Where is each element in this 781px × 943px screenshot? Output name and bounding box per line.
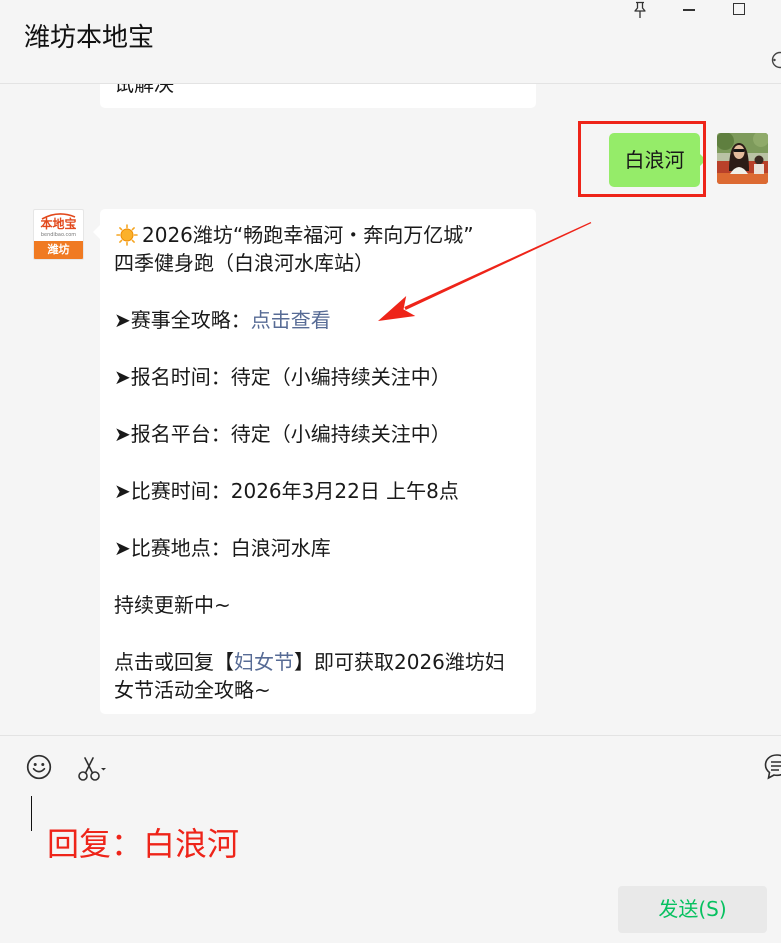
reply-hint-annotation: 回复：白浪河: [47, 825, 240, 863]
emoji-icon: [26, 754, 52, 780]
sender-avatar[interactable]: 本地宝 bendibao.com 潍坊: [33, 209, 84, 260]
signup-platform-line: ➤报名平台：待定（小编持续关注中）: [114, 422, 451, 447]
more-options-icon: [771, 51, 781, 69]
race-time-line: ➤比赛时间：2026年3月22日 上午8点: [114, 478, 459, 503]
self-avatar-photo: [717, 133, 768, 184]
signup-time-line: ➤报名时间：待定（小编持续关注中）: [114, 365, 451, 390]
text-cursor: [31, 796, 33, 831]
pin-icon: [634, 1, 646, 18]
guide-label: ➤赛事全攻略：: [114, 308, 251, 333]
logo-domain-text: bendibao.com: [40, 231, 77, 238]
pin-button[interactable]: [628, 0, 652, 20]
chat-history-button[interactable]: [764, 753, 781, 781]
guide-line: ➤赛事全攻略：点击查看: [114, 306, 522, 334]
chat-header: 潍坊本地宝: [0, 0, 781, 84]
screenshot-button[interactable]: [76, 755, 106, 783]
composer: 回复：白浪河 发送(S): [0, 735, 781, 943]
message-title-line-1: 2026潍坊“畅跑幸福河・奔向万亿城”: [114, 221, 522, 249]
logo-brand-text: 本地宝: [40, 217, 77, 231]
minimize-button[interactable]: [677, 0, 701, 20]
cta-keyword-link[interactable]: 妇女节: [234, 650, 294, 674]
cta-line-1: 点击或回复【妇女节】即可获取2026潍坊妇: [114, 648, 522, 676]
cta-prefix: 点击或回复【: [114, 649, 234, 674]
maximize-icon: [733, 3, 745, 15]
chat-title: 潍坊本地宝: [24, 23, 155, 53]
send-button[interactable]: 发送(S): [618, 886, 767, 933]
previous-message-bubble[interactable]: 试解决: [100, 84, 536, 108]
maximize-button[interactable]: [727, 0, 751, 20]
message-title-text-1: 2026潍坊“畅跑幸福河・奔向万亿城”: [142, 223, 474, 247]
cta-suffix: 】即可获取2026潍坊妇: [294, 649, 505, 674]
received-message[interactable]: 2026潍坊“畅跑幸福河・奔向万亿城” 四季健身跑（白浪河水库站） ➤赛事全攻略…: [93, 209, 536, 714]
message-title-line-2: 四季健身跑（白浪河水库站）: [114, 251, 374, 276]
scissors-icon: [78, 757, 106, 781]
race-location-line: ➤比赛地点：白浪河水库: [114, 535, 331, 560]
minimize-icon: [683, 9, 695, 11]
updating-line: 持续更新中~: [114, 592, 231, 617]
guide-link[interactable]: 点击查看: [251, 308, 331, 332]
cta-line-2: 女节活动全攻略~: [114, 678, 271, 702]
chat-history-icon: [764, 754, 781, 780]
previous-message-text: 试解决: [114, 84, 174, 96]
sun-emoji-icon: [116, 224, 138, 246]
self-avatar[interactable]: [717, 133, 768, 184]
more-options-button[interactable]: [768, 50, 781, 70]
highlight-box: [578, 121, 706, 197]
logo-city-text: 潍坊: [34, 241, 83, 259]
emoji-button[interactable]: [26, 754, 52, 780]
